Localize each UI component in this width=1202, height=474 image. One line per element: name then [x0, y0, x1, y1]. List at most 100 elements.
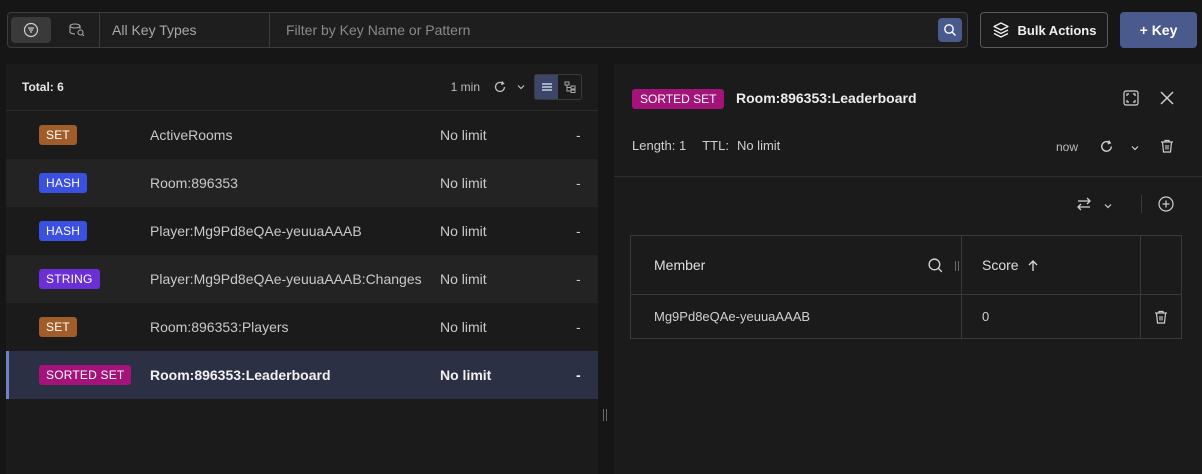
- plus-circle-icon: [1158, 196, 1174, 212]
- panel-resize-handle[interactable]: [603, 409, 609, 421]
- key-size: -: [576, 127, 581, 143]
- score-header-label: Score: [982, 257, 1019, 273]
- tool-divider: [1141, 195, 1142, 213]
- key-list-controls: 1 min: [451, 74, 582, 100]
- key-details-panel: SORTED SET Room:896353:Leaderboard Lengt…: [614, 64, 1202, 474]
- key-meta: Length: 1 TTL: No limit: [632, 138, 780, 153]
- key-name: Room:896353: [150, 175, 238, 191]
- search-view-button[interactable]: [57, 17, 97, 43]
- key-ttl: No limit: [440, 367, 492, 383]
- key-row[interactable]: HASH Room:896353 No limit -: [6, 159, 598, 207]
- key-ttl: No limit: [440, 223, 487, 239]
- key-type-select-value: All Key Types: [112, 22, 197, 38]
- format-switch-button[interactable]: [1072, 194, 1096, 214]
- trash-icon: [1161, 139, 1173, 153]
- member-value: Mg9Pd8eQAe-yeuuaAAAB: [654, 309, 811, 324]
- score-value: 0: [982, 309, 990, 324]
- key-list-panel: Total: 6 1 min SET ActiveRooms No limit …: [6, 64, 598, 474]
- key-ttl: No limit: [440, 271, 487, 287]
- add-key-button[interactable]: + Key: [1120, 12, 1197, 48]
- key-filter-input[interactable]: [286, 22, 938, 38]
- database-search-icon: [69, 23, 85, 37]
- total-count: Total: 6: [22, 80, 64, 94]
- key-type-badge: SET: [39, 125, 77, 145]
- format-options-button[interactable]: [1098, 196, 1118, 216]
- column-resize-handle[interactable]: [955, 261, 961, 271]
- refresh-icon: [1100, 139, 1112, 152]
- bulk-actions-button[interactable]: Bulk Actions: [980, 12, 1108, 48]
- key-size: -: [576, 367, 581, 383]
- chevron-down-icon[interactable]: [516, 82, 526, 92]
- key-size: -: [576, 319, 581, 335]
- key-name: Room:896353:Leaderboard: [150, 367, 331, 383]
- close-icon: [1160, 91, 1174, 105]
- delete-key-button[interactable]: [1157, 136, 1177, 156]
- key-type-badge: SET: [39, 317, 77, 337]
- filter-bar: All Key Types: [7, 12, 968, 48]
- key-list-header: Total: 6 1 min: [6, 64, 598, 111]
- swap-arrows-icon: [1077, 197, 1091, 211]
- last-refresh: now: [1056, 140, 1079, 154]
- detail-key-name[interactable]: Room:896353:Leaderboard: [736, 90, 917, 106]
- tree-view-button[interactable]: [558, 75, 581, 99]
- key-ttl: No limit: [440, 175, 487, 191]
- key-type-badge: HASH: [39, 221, 88, 241]
- key-type-badge: SORTED SET: [39, 365, 132, 385]
- top-toolbar: All Key Types Bulk Actions + Key: [0, 0, 1202, 64]
- key-row[interactable]: SET Room:896353:Players No limit -: [6, 303, 598, 351]
- key-type-badge: STRING: [39, 269, 100, 289]
- key-type-select[interactable]: All Key Types: [100, 13, 270, 47]
- add-member-button[interactable]: [1156, 194, 1176, 214]
- score-cell[interactable]: 0: [962, 295, 1141, 338]
- search-icon: [927, 257, 942, 272]
- detail-type-badge: SORTED SET: [632, 89, 725, 109]
- list-view-button[interactable]: [535, 75, 558, 99]
- fullscreen-button[interactable]: [1121, 88, 1141, 108]
- refresh-interval: 1 min: [450, 80, 480, 94]
- trash-icon[interactable]: [1153, 309, 1169, 325]
- close-button[interactable]: [1157, 88, 1177, 108]
- view-mode-toggle: [8, 13, 100, 47]
- search-icon: [944, 24, 956, 36]
- key-row[interactable]: STRING Player:Mg9Pd8eQAe-yeuuaAAAB:Chang…: [6, 255, 598, 303]
- ttl-group[interactable]: TTL: No limit: [702, 138, 780, 153]
- search-wrap: [270, 13, 967, 47]
- key-size: -: [576, 223, 581, 239]
- refresh-icon[interactable]: [492, 79, 508, 95]
- search-button[interactable]: [938, 18, 962, 42]
- ttl-label: TTL:: [702, 138, 729, 153]
- ttl-value: No limit: [736, 138, 781, 153]
- list-icon: [541, 83, 552, 91]
- key-ttl: No limit: [440, 319, 487, 335]
- member-actions-cell: [1141, 295, 1181, 338]
- expand-icon: [1123, 90, 1139, 106]
- members-table-header: Member Score: [631, 236, 1181, 295]
- bulk-actions-label: Bulk Actions: [1017, 22, 1097, 38]
- layers-icon: [992, 22, 1009, 38]
- tree-icon: [564, 81, 575, 93]
- key-row[interactable]: HASH Player:Mg9Pd8eQAe-yeuuaAAAB No limi…: [6, 207, 598, 255]
- filter-view-button[interactable]: [11, 17, 51, 43]
- search-members-button[interactable]: [925, 255, 945, 275]
- score-column-header[interactable]: Score: [962, 236, 1141, 294]
- actions-column-header: [1141, 236, 1181, 294]
- key-name: Player:Mg9Pd8eQAe-yeuuaAAAB: [150, 223, 362, 239]
- key-size: -: [576, 271, 581, 287]
- add-key-label: + Key: [1139, 22, 1178, 38]
- key-name: ActiveRooms: [150, 127, 233, 143]
- refresh-options-button[interactable]: [1125, 138, 1145, 158]
- key-row[interactable]: SET ActiveRooms No limit -: [6, 111, 598, 159]
- sort-ascending-icon: [1028, 259, 1038, 271]
- key-size: -: [576, 175, 581, 191]
- filter-icon: [23, 22, 39, 38]
- list-view-toggle: [534, 74, 582, 100]
- member-column-header: Member: [631, 236, 962, 294]
- length-label: Length: 1: [632, 138, 687, 153]
- key-row-selected[interactable]: SORTED SET Room:896353:Leaderboard No li…: [6, 351, 598, 399]
- refresh-detail-button[interactable]: [1096, 136, 1116, 156]
- key-type-badge: HASH: [39, 173, 88, 193]
- detail-tools: [614, 177, 1202, 235]
- key-name: Room:896353:Players: [150, 319, 289, 335]
- member-header-label: Member: [654, 257, 706, 273]
- member-row[interactable]: Mg9Pd8eQAe-yeuuaAAAB 0: [631, 295, 1181, 338]
